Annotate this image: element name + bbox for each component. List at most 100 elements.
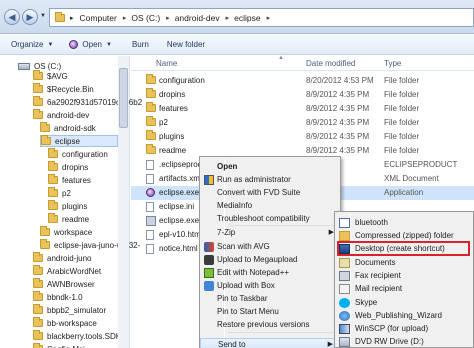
tree-item[interactable]: dropins	[48, 161, 88, 173]
context-menu-item[interactable]: Pin to Start Menu	[200, 306, 340, 318]
tree-item[interactable]: AWNBrowser	[33, 278, 95, 290]
column-header: ▲ Name Date modified Type	[131, 55, 474, 71]
tree-item[interactable]: bbpb2_simulator	[33, 304, 106, 316]
file-row[interactable]: p2 8/9/2012 4:35 PM File folder	[131, 116, 474, 130]
column-name[interactable]: Name	[156, 59, 177, 68]
menu-item-label: Upload to Megaupload	[217, 255, 298, 264]
tree-item[interactable]: p2	[48, 187, 71, 199]
send-to-item[interactable]: Web_Publishing_Wizard	[335, 310, 473, 322]
forward-button[interactable]: ▶	[22, 9, 38, 25]
folder-icon	[146, 88, 156, 98]
send-to-item[interactable]: WinSCP (for upload)	[335, 323, 473, 335]
breadcrumb-item[interactable]: android-dev	[175, 13, 220, 23]
menu-item-label: Run as administrator	[217, 175, 291, 184]
tree-item-label: bbpb2_simulator	[47, 305, 107, 315]
context-menu-item[interactable]: Pin to Taskbar	[200, 293, 340, 305]
folder-icon	[33, 317, 43, 327]
tree-item-label: plugins	[62, 201, 88, 211]
tree-item-label: bb-workspace	[47, 318, 97, 328]
send-to-item[interactable]: DVD RW Drive (D:)	[335, 336, 473, 348]
megaupload-icon	[204, 255, 214, 265]
file-name: artifacts.xml	[159, 174, 202, 183]
folder-icon	[33, 278, 43, 288]
tree-item-label: configuration	[62, 149, 108, 159]
tree-item[interactable]: features	[48, 174, 91, 186]
context-menu-item[interactable]: MediaInfo	[200, 200, 340, 212]
chevron-down-icon: ▼	[106, 41, 112, 48]
context-menu-item[interactable]: Run as administrator	[200, 174, 340, 186]
tree-item-label: features	[62, 175, 91, 185]
address-bar[interactable]: ▸ Computer ▸ OS (C:) ▸ android-dev ▸ ecl…	[49, 8, 474, 27]
tree-item-label: bbndk-1.0	[47, 292, 83, 302]
column-date-modified[interactable]: Date modified	[306, 59, 355, 68]
file-row[interactable]: plugins 8/9/2012 4:35 PM File folder	[131, 130, 474, 144]
folder-icon	[146, 116, 156, 126]
back-button[interactable]: ◀	[4, 9, 20, 25]
open-button[interactable]: Open ▼	[69, 40, 112, 49]
new-folder-button[interactable]: New folder	[167, 40, 205, 49]
tree-item[interactable]: android-sdk	[40, 122, 96, 134]
breadcrumb-item[interactable]: Computer	[80, 13, 117, 23]
tree-item-label: blackberry.tools.SDK	[47, 331, 122, 341]
tree-item[interactable]: $AVG	[33, 70, 68, 82]
folder-icon	[48, 187, 58, 197]
folder-icon	[33, 291, 43, 301]
folder-icon	[33, 330, 43, 340]
tree-item[interactable]: eclipse	[40, 135, 118, 147]
tree-item-label: readme	[62, 214, 90, 224]
breadcrumb-item[interactable]: eclipse	[234, 13, 260, 23]
file-row[interactable]: dropins 8/9/2012 4:35 PM File folder	[131, 88, 474, 102]
tree-item[interactable]: android-dev	[33, 109, 89, 121]
context-menu-item[interactable]: Convert with FVD Suite	[200, 187, 340, 199]
send-to-label: Fax recipient	[355, 271, 401, 280]
send-to-item[interactable]: Skype	[335, 297, 473, 309]
file-row[interactable]: configuration 8/20/2012 4:53 PM File folde…	[131, 74, 474, 88]
context-menu-item[interactable]: Open	[200, 161, 340, 173]
tree-item[interactable]: workspace	[40, 226, 92, 238]
tree-item[interactable]: Config.Msi	[33, 343, 85, 348]
send-to-item[interactable]: bluetooth	[335, 217, 473, 229]
file-type: File folder	[384, 118, 420, 127]
context-menu-item[interactable]: Upload with Box	[200, 280, 340, 292]
send-to-item[interactable]: Mail recipient	[335, 283, 473, 295]
eclipse-icon	[146, 188, 155, 197]
nav-scrollbar[interactable]	[118, 56, 129, 348]
tree-item[interactable]: blackberry.tools.SDK	[33, 330, 121, 342]
file-type: File folder	[384, 104, 420, 113]
context-menu-item[interactable]: Upload to Megaupload	[200, 254, 340, 266]
menu-item-label: 7-Zip	[217, 228, 236, 237]
context-menu-item[interactable]: Send to ▶	[200, 338, 340, 348]
context-menu-item[interactable]: 7-Zip ▶	[200, 227, 340, 239]
column-type[interactable]: Type	[384, 59, 401, 68]
tree-item[interactable]: configuration	[48, 148, 108, 160]
send-to-label: Web_Publishing_Wizard	[355, 311, 443, 320]
context-menu-item[interactable]: Edit with Notepad++	[200, 267, 340, 279]
burn-button[interactable]: Burn	[132, 40, 149, 49]
context-menu-item[interactable]: Restore previous versions	[200, 319, 340, 331]
tree-item[interactable]: ArabicWordNet	[33, 265, 101, 277]
send-to-label: Documents	[355, 258, 396, 267]
mail-icon	[339, 284, 350, 294]
breadcrumb-item[interactable]: OS (C:)	[131, 13, 160, 23]
tree-item[interactable]: plugins	[48, 200, 87, 212]
send-to-item[interactable]: Documents	[335, 257, 473, 269]
tree-item[interactable]: readme	[48, 213, 89, 225]
file-row[interactable]: features 8/9/2012 4:35 PM File folder	[131, 102, 474, 116]
documents-icon	[339, 258, 350, 268]
context-menu-item[interactable]: Troubleshoot compatibility	[200, 213, 340, 225]
tree-item[interactable]: android-juno	[33, 252, 91, 264]
context-menu-item[interactable]: Scan with AVG	[200, 241, 340, 253]
folder-icon	[40, 122, 50, 132]
sort-up-icon: ▲	[278, 55, 284, 61]
tree-item[interactable]: $Recycle.Bin	[33, 83, 94, 95]
tree-item[interactable]: bbndk-1.0	[33, 291, 83, 303]
send-to-item[interactable]: Fax recipient	[335, 270, 473, 282]
recent-pages-icon[interactable]: ▼	[40, 13, 46, 19]
address-bar-area: ◀ ▶ ▼ ▸ Computer ▸ OS (C:) ▸ android-dev…	[0, 0, 474, 34]
tree-item-label: android-juno	[47, 253, 92, 263]
tree-item[interactable]: bb-workspace	[33, 317, 97, 329]
organize-button[interactable]: Organize ▼	[11, 40, 53, 49]
nav-scrollbar-thumb[interactable]	[119, 68, 128, 128]
menu-item-label: Scan with AVG	[217, 242, 270, 251]
tree-item-label: AWNBrowser	[47, 279, 95, 289]
